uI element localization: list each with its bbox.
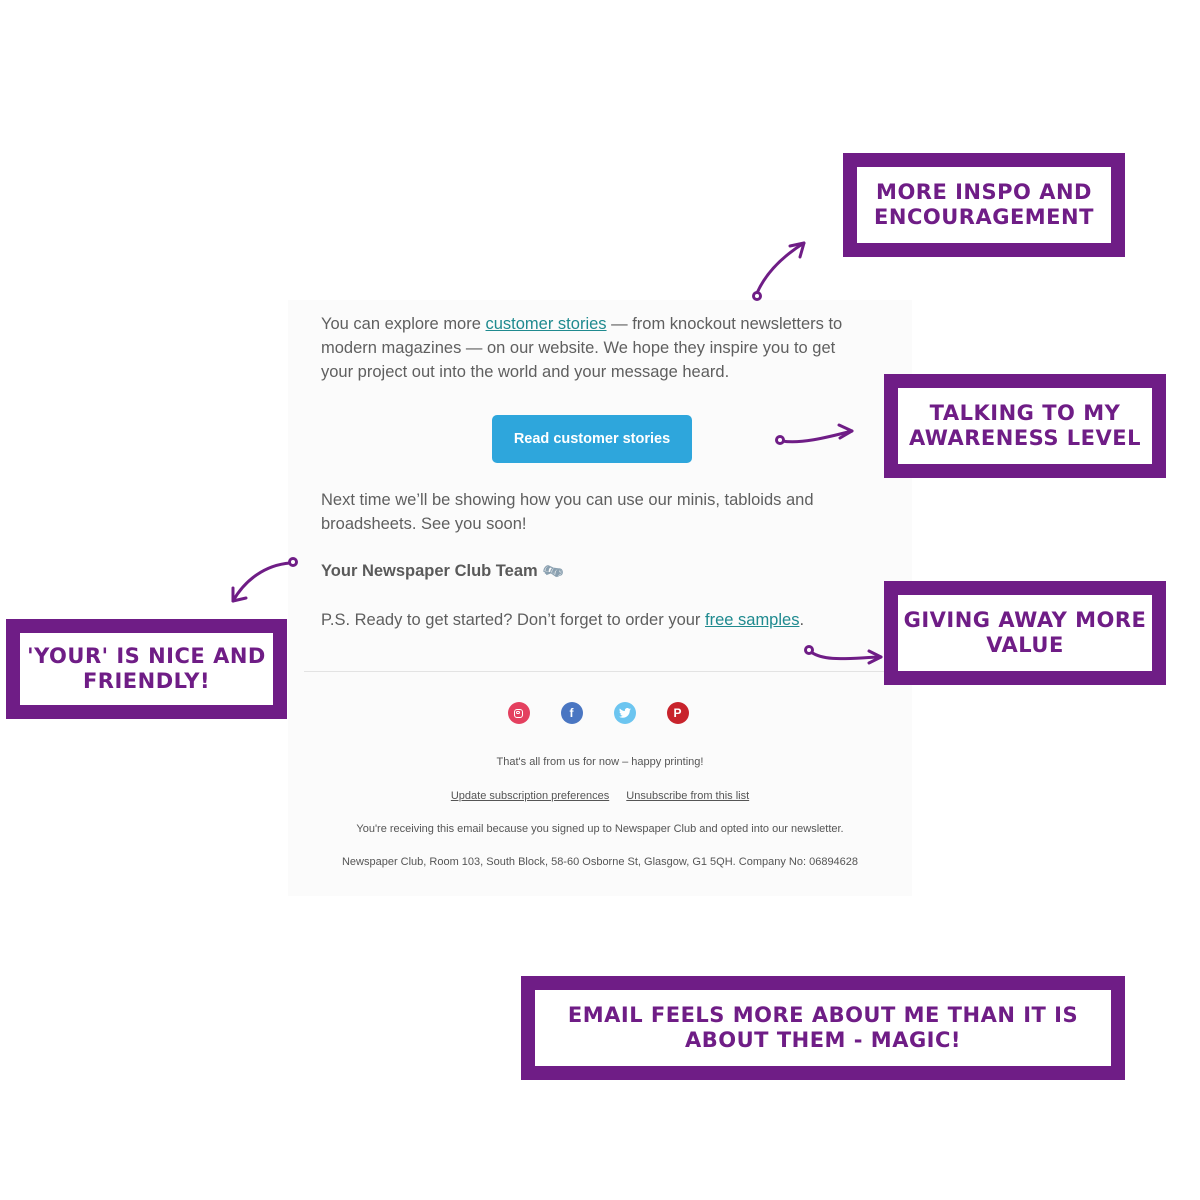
next-time-paragraph: Next time we’ll be showing how you can u… [321,491,814,533]
annotation-value: Giving away more value [884,581,1166,685]
arrow-to-inspo [752,241,806,301]
footer-address: Newspaper Club, Room 103, South Block, 5… [341,856,859,868]
footer-reason: You're receiving this email because you … [356,823,844,835]
pinterest-icon[interactable]: P [666,702,689,724]
intro-paragraph: You can explore more customer stories — … [321,315,843,381]
newspaper-roll-icon: 🗞 [540,559,566,584]
annotation-magic: Email feels more about me than it is abo… [521,976,1125,1080]
instagram-icon[interactable] [507,702,530,724]
twitter-icon[interactable] [613,702,636,724]
annotation-your: 'Your' is nice and friendly! [6,619,287,719]
footer-divider [304,671,900,672]
free-samples-link[interactable]: free samples [705,611,799,629]
ps-paragraph: P.S. Ready to get started? Don’t forget … [321,611,805,629]
footer-signoff: That's all from us for now – happy print… [496,756,704,768]
facebook-icon[interactable]: f [560,702,583,724]
unsubscribe-link[interactable]: Unsubscribe from this list [626,790,749,802]
signature: Your Newspaper Club Team 🗞 [321,559,565,584]
arrow-to-your [231,557,298,603]
annotation-inspo: More inspo and encouragement [843,153,1125,257]
email-preview: You can explore more customer stories — … [288,300,912,896]
annotation-awareness: Talking to my awareness level [884,374,1166,478]
customer-stories-link[interactable]: customer stories [486,315,607,333]
read-customer-stories-button[interactable]: Read customer stories [492,415,692,463]
social-links: f P [286,702,910,724]
update-preferences-link[interactable]: Update subscription preferences [451,790,609,802]
footer-links: Update subscription preferences Unsubscr… [288,790,912,802]
